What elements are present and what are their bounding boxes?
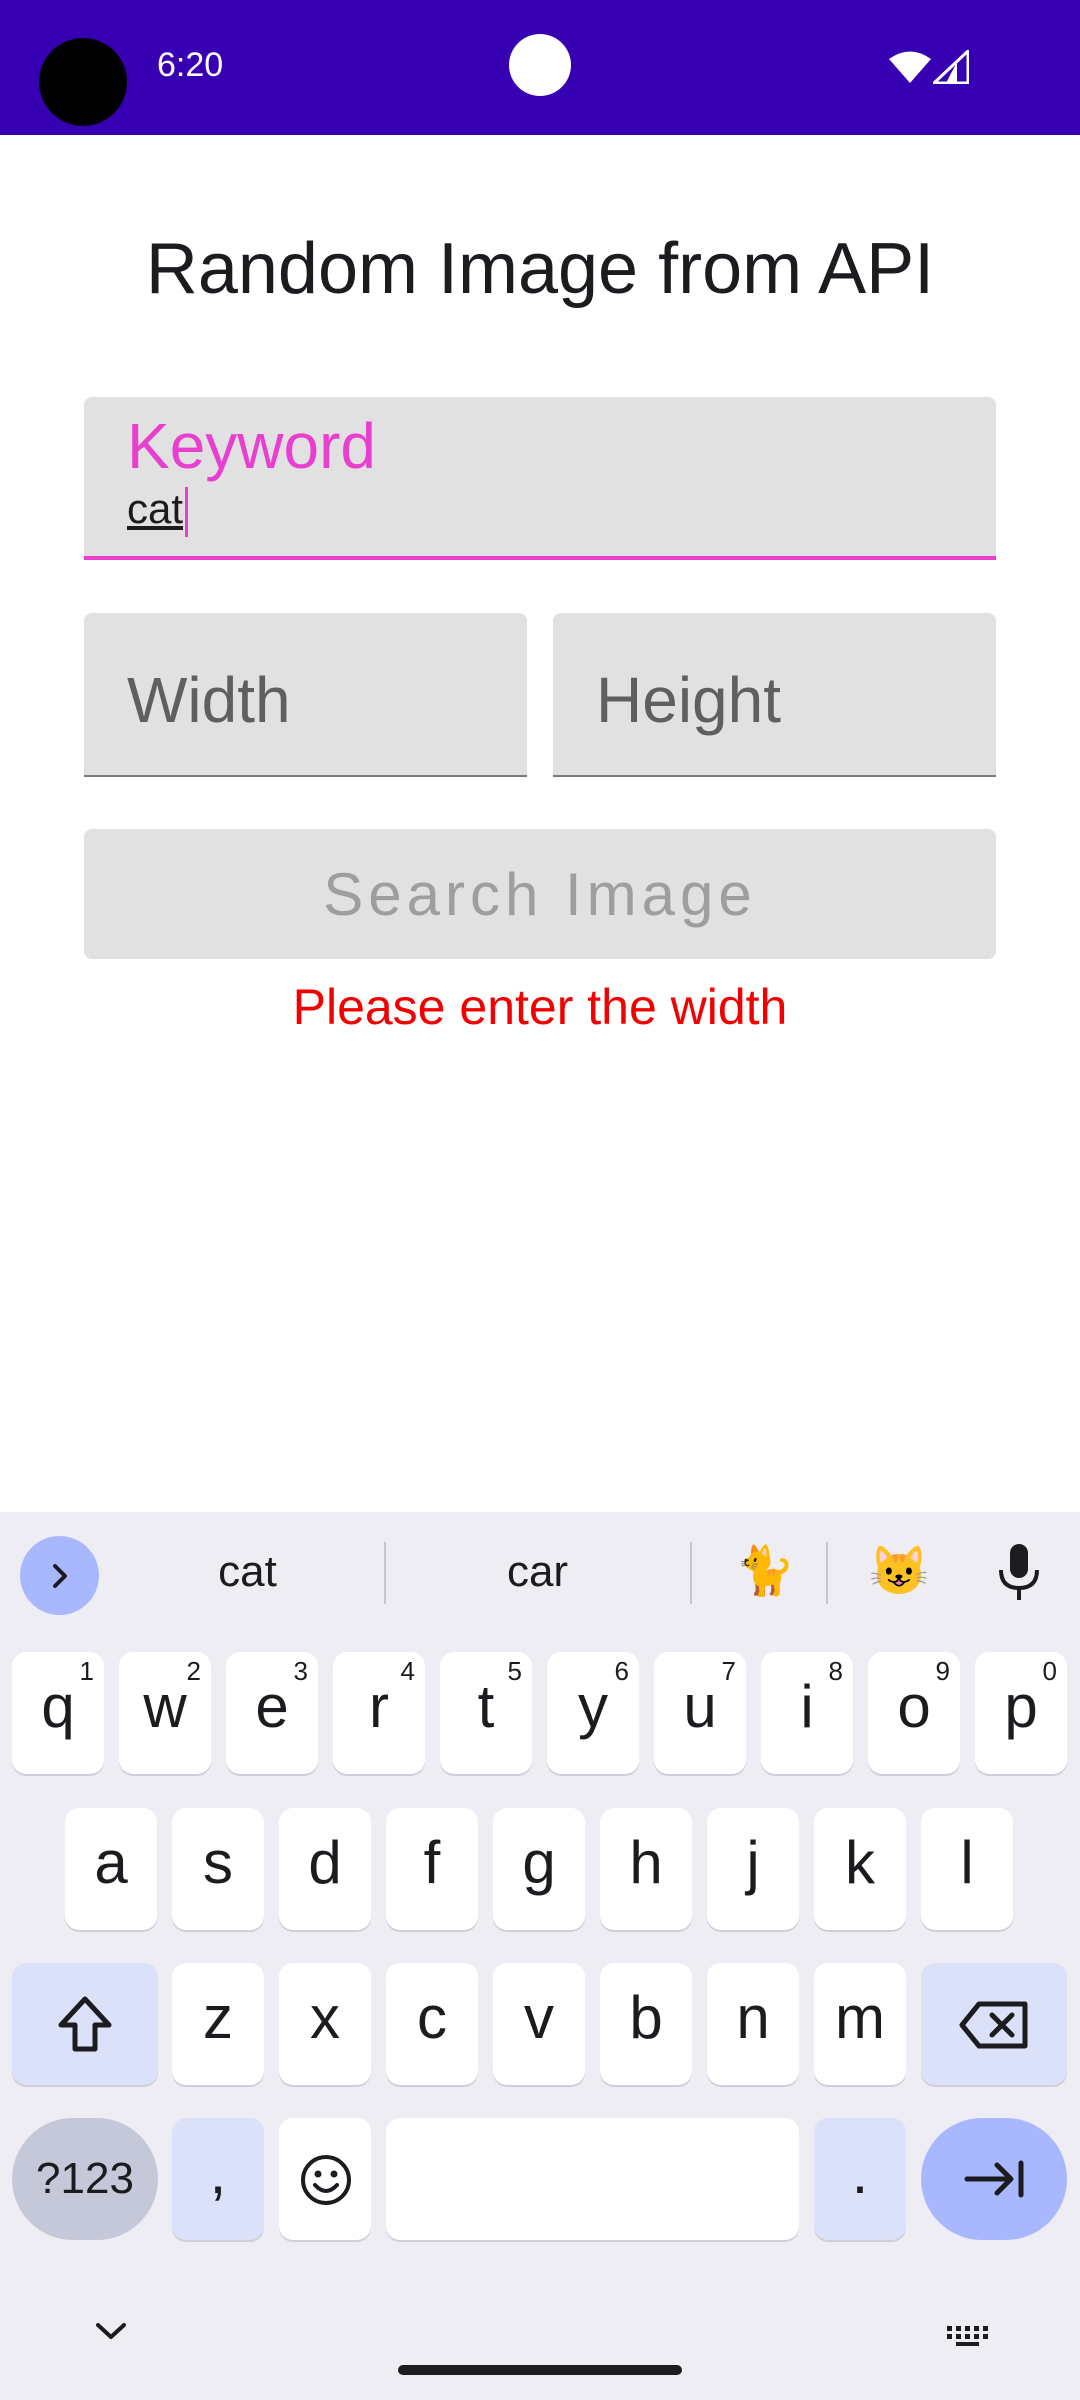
backspace-key[interactable] bbox=[921, 1963, 1067, 2085]
key-label: k bbox=[845, 1829, 875, 1896]
key-u[interactable]: u7 bbox=[654, 1652, 746, 1774]
page-title: Random Image from API bbox=[145, 229, 935, 309]
key-hint: 8 bbox=[828, 1656, 843, 1686]
key-y[interactable]: y6 bbox=[547, 1652, 639, 1774]
key-label: d bbox=[308, 1829, 342, 1896]
backspace-icon bbox=[959, 2001, 1028, 2049]
key-hint: 5 bbox=[507, 1656, 522, 1686]
keyword-field[interactable]: Keyword cat bbox=[84, 397, 996, 560]
key-h[interactable]: h bbox=[600, 1808, 692, 1930]
key-c[interactable]: c bbox=[386, 1963, 478, 2085]
period-key[interactable]: . bbox=[814, 2118, 906, 2240]
key-label: x bbox=[310, 1984, 340, 2051]
suggestion-2[interactable]: car bbox=[420, 1542, 655, 1602]
key-hint: 2 bbox=[186, 1656, 201, 1686]
soft-keyboard: cat car 🐈 😺 q1 w2 e3 r4 t5 y6 u7 i8 o9 p… bbox=[0, 1512, 1080, 2400]
key-label: n bbox=[736, 1984, 770, 2051]
suggestion-1[interactable]: cat bbox=[140, 1542, 355, 1602]
key-p[interactable]: p0 bbox=[975, 1652, 1067, 1774]
key-b[interactable]: b bbox=[600, 1963, 692, 2085]
key-e[interactable]: e3 bbox=[226, 1652, 318, 1774]
error-message: Please enter the width bbox=[292, 979, 788, 1035]
key-label: g bbox=[522, 1829, 556, 1896]
key-n[interactable]: n bbox=[707, 1963, 799, 2085]
key-g[interactable]: g bbox=[493, 1808, 585, 1930]
emoji-suggestion-cat-face[interactable]: 😺 bbox=[869, 1540, 929, 1604]
height-field[interactable]: Height bbox=[553, 613, 996, 777]
key-label: c bbox=[417, 1984, 447, 2051]
key-label: f bbox=[423, 1829, 441, 1896]
microphone-icon[interactable] bbox=[995, 1542, 1043, 1602]
chevron-down-icon[interactable] bbox=[94, 2320, 128, 2342]
search-image-button[interactable]: Search Image bbox=[84, 829, 996, 959]
height-field-placeholder: Height bbox=[596, 664, 781, 736]
camera-cutout bbox=[39, 38, 127, 126]
comma-key[interactable]: , bbox=[172, 2118, 264, 2240]
tab-next-icon bbox=[964, 2160, 1024, 2198]
key-hint: 3 bbox=[293, 1656, 308, 1686]
width-field[interactable]: Width bbox=[84, 613, 527, 777]
status-bar: 6:20 bbox=[0, 0, 1080, 135]
emoji-suggestion-cat[interactable]: 🐈 bbox=[735, 1540, 795, 1604]
enter-key[interactable] bbox=[921, 2118, 1067, 2240]
emoji-key[interactable] bbox=[279, 2118, 371, 2240]
key-label: v bbox=[524, 1984, 554, 2051]
keyword-input[interactable]: cat bbox=[127, 485, 189, 537]
key-hint: 7 bbox=[721, 1656, 736, 1686]
key-label: z bbox=[203, 1984, 233, 2051]
key-v[interactable]: v bbox=[493, 1963, 585, 2085]
key-hint: 9 bbox=[935, 1656, 950, 1686]
key-f[interactable]: f bbox=[386, 1808, 478, 1930]
text-caret bbox=[185, 486, 189, 537]
key-l[interactable]: l bbox=[921, 1808, 1013, 1930]
suggestion-divider bbox=[384, 1542, 386, 1604]
key-label: , bbox=[209, 2139, 227, 2206]
symbols-key[interactable]: ?123 bbox=[12, 2118, 158, 2240]
status-time: 6:20 bbox=[157, 46, 224, 84]
key-a[interactable]: a bbox=[65, 1808, 157, 1930]
key-r[interactable]: r4 bbox=[333, 1652, 425, 1774]
width-field-placeholder: Width bbox=[127, 664, 291, 736]
keyword-input-value: cat bbox=[127, 485, 184, 532]
key-hint: 4 bbox=[400, 1656, 415, 1686]
key-label: a bbox=[94, 1829, 128, 1896]
key-hint: 6 bbox=[614, 1656, 629, 1686]
home-indicator[interactable] bbox=[398, 2365, 682, 2375]
shift-icon bbox=[58, 1996, 112, 2052]
shift-key[interactable] bbox=[12, 1963, 158, 2085]
key-q[interactable]: q1 bbox=[12, 1652, 104, 1774]
keyboard-icon[interactable] bbox=[945, 2324, 991, 2348]
key-x[interactable]: x bbox=[279, 1963, 371, 2085]
wifi-icon bbox=[889, 51, 931, 83]
key-label: j bbox=[746, 1829, 760, 1896]
smiley-icon bbox=[301, 2155, 351, 2205]
key-label: b bbox=[629, 1984, 663, 2051]
keyword-field-label: Keyword bbox=[127, 410, 376, 482]
key-label: h bbox=[629, 1829, 663, 1896]
key-i[interactable]: i8 bbox=[761, 1652, 853, 1774]
key-w[interactable]: w2 bbox=[119, 1652, 211, 1774]
key-k[interactable]: k bbox=[814, 1808, 906, 1930]
notification-dot-icon bbox=[509, 34, 571, 96]
suggestion-divider bbox=[826, 1542, 828, 1604]
key-d[interactable]: d bbox=[279, 1808, 371, 1930]
key-label: s bbox=[203, 1829, 233, 1896]
space-key[interactable] bbox=[386, 2118, 799, 2240]
suggestion-divider bbox=[690, 1542, 692, 1604]
key-s[interactable]: s bbox=[172, 1808, 264, 1930]
signal-icon bbox=[933, 50, 969, 84]
key-hint: 0 bbox=[1042, 1656, 1057, 1686]
key-o[interactable]: o9 bbox=[868, 1652, 960, 1774]
key-m[interactable]: m bbox=[814, 1963, 906, 2085]
key-hint: 1 bbox=[79, 1656, 94, 1686]
key-label: m bbox=[835, 1984, 885, 2051]
key-z[interactable]: z bbox=[172, 1963, 264, 2085]
key-j[interactable]: j bbox=[707, 1808, 799, 1930]
chevron-right-icon bbox=[52, 1563, 67, 1588]
key-label: . bbox=[851, 2139, 869, 2206]
suggestions-expand-button[interactable] bbox=[20, 1536, 99, 1615]
key-t[interactable]: t5 bbox=[440, 1652, 532, 1774]
key-label: l bbox=[960, 1829, 974, 1896]
